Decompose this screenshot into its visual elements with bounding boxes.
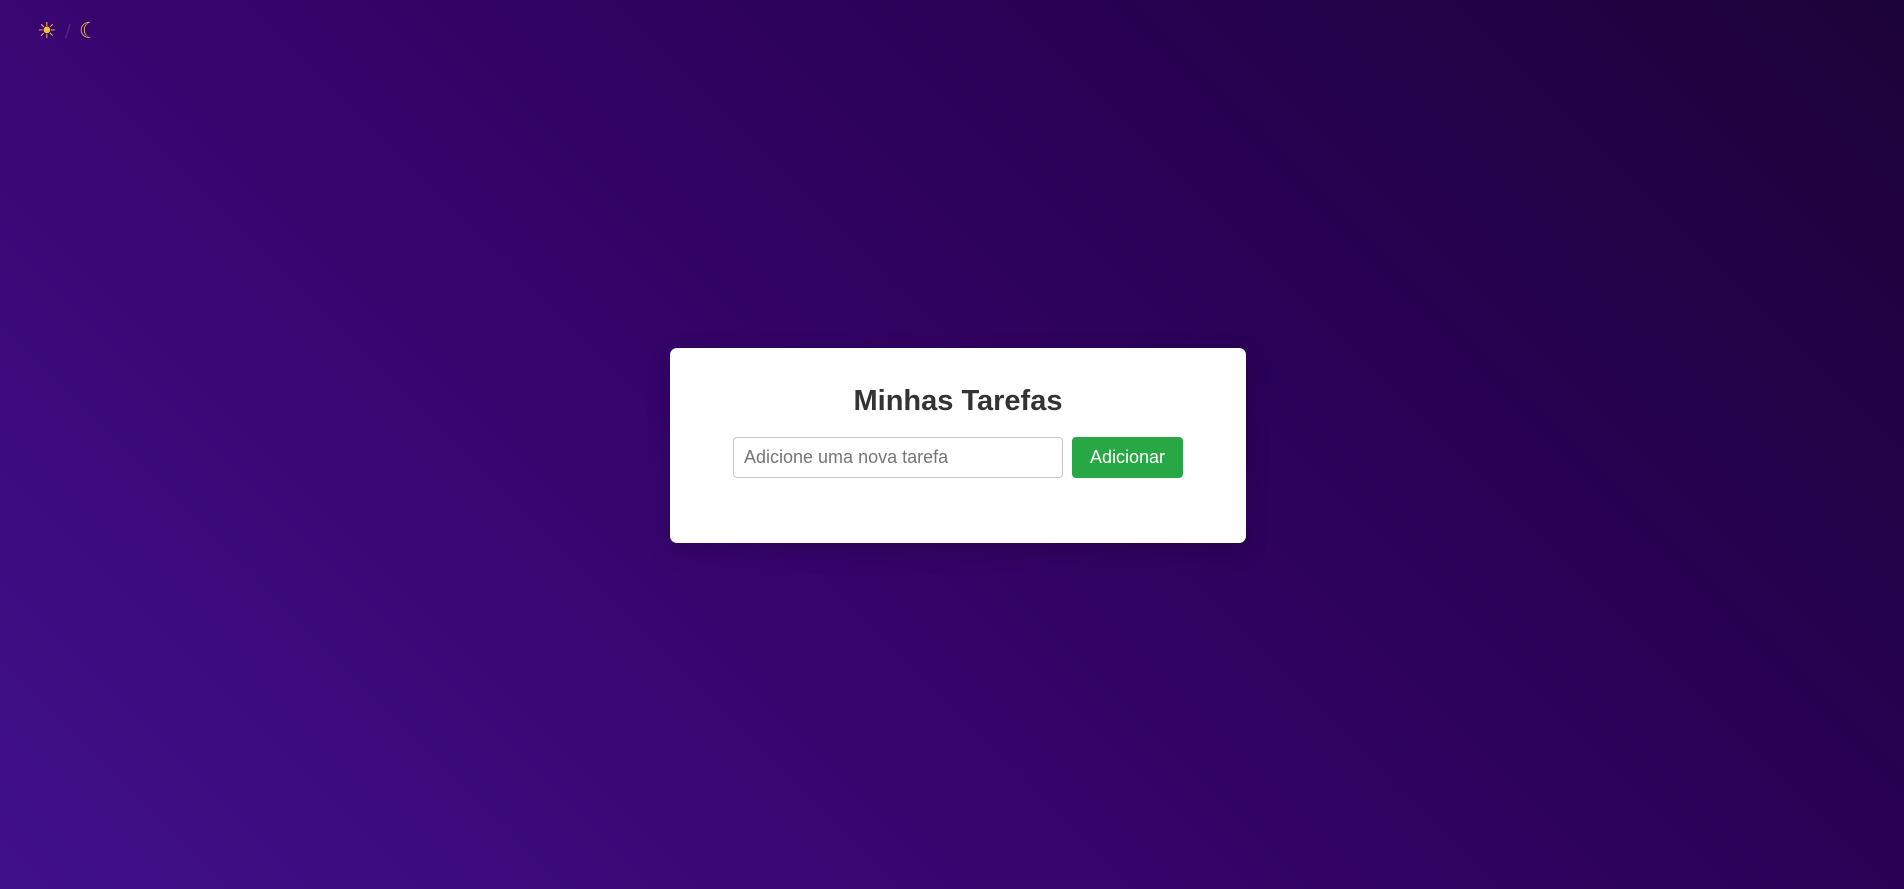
todo-card: Minhas Tarefas Adicionar [670,348,1246,543]
theme-toggle: ☀ / ☾ [37,18,99,46]
moon-icon[interactable]: ☾ [79,18,99,46]
sun-icon[interactable]: ☀ [37,18,57,46]
new-task-input[interactable] [733,437,1063,478]
add-task-form: Adicionar [733,437,1183,478]
theme-separator: / [64,21,71,42]
page-title: Minhas Tarefas [853,385,1063,417]
add-task-button[interactable]: Adicionar [1072,437,1183,478]
